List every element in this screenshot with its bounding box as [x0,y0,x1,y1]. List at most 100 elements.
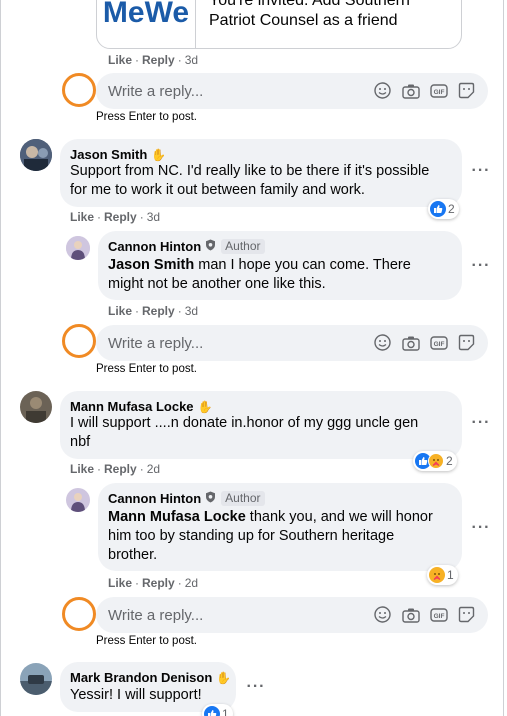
invite-text: You're invited. Add Southern Patriot Cou… [209,0,410,29]
reply-text-line: brother. [108,547,158,563]
reply-tools: GIF [373,81,476,100]
care-reaction-icon [429,567,445,583]
comment-author[interactable]: Jason Smith [70,147,147,162]
reply-input[interactable] [108,325,348,361]
svg-text:GIF: GIF [433,613,444,620]
reaction-count: 2 [448,202,455,216]
reply-text: man I hope you can come. There [194,257,411,273]
avatar[interactable] [66,488,90,512]
like-link[interactable]: Like [108,304,132,318]
wave-badge-icon: ✋ [197,399,213,414]
reaction-summary[interactable]: 1 [427,565,458,585]
reply-link[interactable]: Reply [142,576,175,590]
like-link[interactable]: Like [108,576,132,590]
reply-actions: Like · Reply · 3d [108,304,199,318]
comment-text-line: for me to work it out between family and… [70,182,365,198]
gif-icon[interactable]: GIF [429,333,448,352]
gif-icon[interactable]: GIF [429,81,448,100]
reply-tools: GIF [373,333,476,352]
comment-actions: Like · Reply · 3d [108,53,199,67]
sticker-icon[interactable] [457,81,476,100]
shield-icon [205,491,216,506]
comment-text-line: Support from NC. I'd really like to be t… [70,163,430,179]
author-badge: Author [221,491,265,506]
annotation-circle [62,324,96,358]
shield-icon [205,239,216,254]
author-badge: Author [221,239,265,254]
comment-actions: Like · Reply · 2d [70,462,161,476]
sticker-icon[interactable] [457,333,476,352]
more-options-icon[interactable]: ··· [471,519,491,536]
like-link[interactable]: Like [70,210,94,224]
reply-tools: GIF [373,605,476,624]
reaction-count: 2 [446,454,453,468]
avatar[interactable] [20,391,52,423]
comment-bubble: Mann Mufasa Locke ✋ I will support ....n… [60,391,462,459]
press-enter-hint: Press Enter to post. [96,111,197,123]
reaction-summary[interactable]: 2 [413,451,457,471]
reply-link[interactable]: Reply [104,210,137,224]
reply-actions: Like · Reply · 2d [108,576,199,590]
mention-link[interactable]: Mann Mufasa Locke [108,509,246,525]
sticker-icon[interactable] [457,605,476,624]
like-link[interactable]: Like [108,53,132,67]
wave-badge-icon: ✋ [216,670,232,685]
reply-text-line: him too by standing up for Southern heri… [108,528,395,544]
annotation-circle [62,597,96,631]
reply-box[interactable]: GIF [96,73,488,109]
timestamp[interactable]: 3d [185,53,198,67]
reply-input[interactable] [108,597,348,633]
comment-actions: Like · Reply · 3d [70,210,161,224]
timestamp[interactable]: 3d [147,210,160,224]
comment-author[interactable]: Mann Mufasa Locke [70,399,194,414]
camera-icon[interactable] [401,81,420,100]
more-options-icon[interactable]: ··· [471,162,491,179]
avatar[interactable] [20,139,52,171]
comment-text-line: I will support ....n donate in.honor of … [70,415,419,431]
reply-author[interactable]: Cannon Hinton [108,239,201,254]
more-options-icon[interactable]: ··· [471,257,491,274]
svg-text:GIF: GIF [433,89,444,96]
press-enter-hint: Press Enter to post. [96,363,197,375]
reply-input[interactable] [108,73,348,109]
reply-author[interactable]: Cannon Hinton [108,491,201,506]
emoji-icon[interactable] [373,81,392,100]
reaction-count: 1 [447,568,454,582]
annotation-circle [62,73,96,107]
emoji-icon[interactable] [373,333,392,352]
camera-icon[interactable] [401,605,420,624]
link-preview-card[interactable]: MeWe You're invited. Add Southern Patrio… [96,0,462,49]
reply-link[interactable]: Reply [142,53,175,67]
reply-box[interactable]: GIF [96,597,488,633]
like-link[interactable]: Like [70,462,94,476]
emoji-icon[interactable] [373,605,392,624]
timestamp[interactable]: 3d [185,304,198,318]
reply-text-line: might not be another one like this. [108,276,326,292]
comment-text: Yessir! I will support! [70,687,202,703]
reply-link[interactable]: Reply [142,304,175,318]
gif-icon[interactable]: GIF [429,605,448,624]
wave-badge-icon: ✋ [151,147,167,162]
care-reaction-icon [428,453,444,469]
more-options-icon[interactable]: ··· [246,678,266,695]
reaction-summary[interactable]: 2 [428,199,459,219]
timestamp[interactable]: 2d [147,462,160,476]
timestamp[interactable]: 2d [185,576,198,590]
reaction-summary[interactable]: 1 [202,704,233,716]
mention-link[interactable]: Jason Smith [108,257,194,273]
avatar[interactable] [66,236,90,260]
avatar[interactable] [20,663,52,695]
more-options-icon[interactable]: ··· [471,414,491,431]
reply-text: thank you, and we will honor [245,509,433,525]
reply-box[interactable]: GIF [96,325,488,361]
comment-bubble: Jason Smith ✋ Support from NC. I'd reall… [60,139,462,207]
reply-bubble: Cannon Hinton Author Jason Smith man I h… [98,231,462,300]
reply-bubble: Cannon Hinton Author Mann Mufasa Locke t… [98,483,462,571]
mewe-logo: MeWe [102,0,190,29]
reaction-count: 1 [222,707,229,716]
comment-author[interactable]: Mark Brandon Denison [70,670,212,685]
comment-text-line: nbf [70,434,91,450]
camera-icon[interactable] [401,333,420,352]
like-reaction-icon [204,706,220,716]
reply-link[interactable]: Reply [104,462,137,476]
